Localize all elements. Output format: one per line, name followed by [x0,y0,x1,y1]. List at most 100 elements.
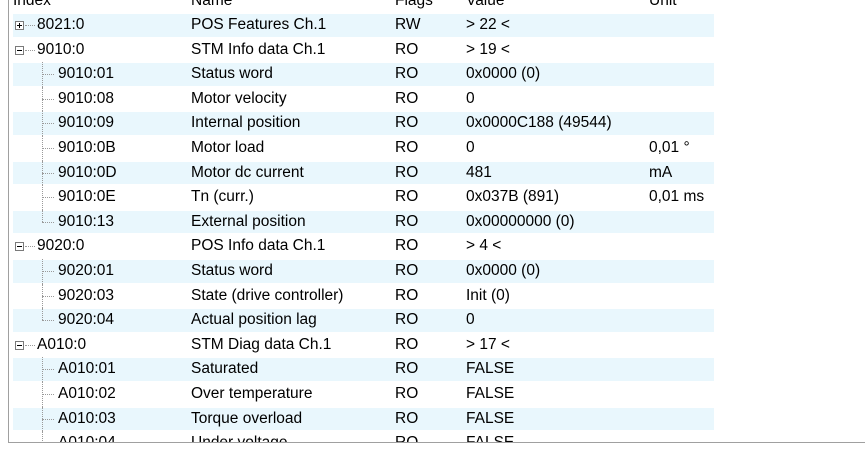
table-row[interactable]: A010:03 Torque overload RO FALSE [9,406,865,432]
tree-connector [42,98,54,100]
tree-connector [25,246,35,248]
cell-value: Init (0) [466,286,510,304]
table-row[interactable]: 9010:01 Status word RO 0x0000 (0) [9,62,865,87]
tree-connector [42,197,54,199]
table-row[interactable]: 9020:01 Status word RO 0x0000 (0) [9,258,865,284]
cell-name: Internal position [191,114,301,132]
cell-name: STM Info data Ch.1 [191,40,326,58]
cell-flags: RO [395,286,419,304]
cell-index: 9010:0 [37,40,85,58]
tree-connector [42,308,43,321]
cell-index: 8021:0 [37,16,85,33]
cell-flags: RO [395,188,419,206]
collapse-icon[interactable] [15,340,24,350]
table-row[interactable]: 9020:03 State (drive controller) RO Init (0… [9,283,865,309]
cell-value: FALSE [466,360,515,378]
row-highlight [13,358,714,381]
cell-name: Tn (curr.) [191,188,254,206]
table-row[interactable]: 9010:0B Motor load RO 0 0,01 ° [9,135,865,161]
cell-name: Motor velocity [191,89,287,107]
cell-name: State (drive controller) [191,286,344,304]
cell-flags: RO [395,114,419,132]
object-list-table: Index Name Flags Value Unit 8021:0 POS Fe… [8,0,865,443]
cell-flags: RO [395,65,419,83]
cell-value: 0x0000 (0) [466,261,541,279]
cell-value: 0x0000C188 (49544) [466,114,612,132]
tree-connector [25,49,35,51]
column-header-name[interactable]: Name [191,0,232,10]
cell-value: > 22 < [466,16,510,33]
cell-name: Status word [191,261,273,279]
cell-flags: RO [395,138,419,156]
column-header-unit[interactable]: Unit [649,0,677,10]
cell-flags: RO [395,311,419,329]
cell-value: FALSE [466,384,515,402]
cell-value: 0 [466,311,475,329]
cell-value: 0x0000 (0) [466,65,541,83]
column-header-index[interactable]: Index [13,0,51,10]
cell-index: 9010:01 [58,65,115,83]
cell-index: A010:01 [58,360,116,378]
cell-index: A010:04 [58,434,116,443]
collapse-icon[interactable] [15,45,24,55]
cell-index: 9010:09 [58,114,115,132]
table-row[interactable]: 9010:08 Motor velocity RO 0 [9,86,865,112]
cell-index: 9010:08 [58,89,115,107]
cell-value: 0 [466,138,475,156]
column-header-value[interactable]: Value [466,0,505,10]
cell-unit: 0,01 ° [649,138,690,156]
cell-flags: RO [395,40,419,58]
row-highlight [13,259,714,283]
table-row[interactable]: 9010:09 Internal position RO 0x0000C188 (49… [9,111,865,136]
table-body: 8021:0 POS Features Ch.1 RW > 22 < 9010:0 STM… [9,13,865,443]
table-row[interactable]: A010:04 Under voltage RO FALSE [9,431,865,443]
cell-flags: RO [395,89,419,107]
tree-connector [42,393,54,395]
cell-flags: RO [395,237,419,255]
row-highlight [13,210,714,234]
cell-flags: RO [395,434,419,443]
cell-index: 9010:0D [58,163,117,181]
tree-connector [42,209,43,222]
cell-unit: 0,01 ms [649,188,705,206]
table-row[interactable]: 9010:13 External position RO 0x00000000 (0) [9,209,865,235]
tree-connector [42,418,54,420]
cell-flags: RO [395,261,419,279]
cell-flags: RO [395,360,419,378]
tree-connector [42,431,43,442]
cell-name: POS Info data Ch.1 [191,237,326,255]
table-row[interactable]: A010:02 Over temperature RO FALSE [9,381,865,407]
table-row[interactable]: 8021:0 POS Features Ch.1 RW > 22 < [9,13,865,38]
tree-connector [42,123,54,125]
cell-flags: RW [395,16,421,33]
table-row[interactable]: 9020:0 POS Info data Ch.1 RO > 4 < [9,234,865,259]
table-row[interactable]: 9020:04 Actual position lag RO 0 [9,308,865,333]
tree-connector [42,74,54,76]
table-row[interactable]: 9010:0D Motor dc current RO 481 mA [9,160,865,186]
cell-index: A010:03 [58,409,116,427]
collapse-icon[interactable] [15,242,24,252]
cell-name: Status word [191,65,273,83]
tree-connector [42,147,54,149]
tree-connector [42,172,54,174]
table-row[interactable]: 9010:0 STM Info data Ch.1 RO > 19 < [9,38,865,63]
cell-name: External position [191,212,306,230]
column-header-flags[interactable]: Flags [395,0,433,10]
row-highlight [13,309,714,332]
cell-name: Actual position lag [191,311,317,329]
cell-value: FALSE [466,409,515,427]
cell-index: A010:0 [37,335,87,353]
table-row[interactable]: A010:01 Saturated RO FALSE [9,357,865,382]
cell-name: Over temperature [191,384,313,402]
table-row[interactable]: 9010:0E Tn (curr.) RO 0x037B (891) 0,01 ms [9,185,865,210]
table-header: Index Name Flags Value Unit [9,0,865,13]
cell-name: POS Features Ch.1 [191,16,327,33]
cell-index: 9010:13 [58,212,115,230]
table-row[interactable]: A010:0 STM Diag data Ch.1 RO > 17 < [9,333,865,358]
cell-index: 9010:0E [58,188,116,206]
cell-value: 0 [466,89,475,107]
cell-name: Saturated [191,360,259,378]
cell-value: 0x00000000 (0) [466,212,575,230]
cell-value: 481 [466,163,492,181]
expand-icon[interactable] [15,21,24,30]
